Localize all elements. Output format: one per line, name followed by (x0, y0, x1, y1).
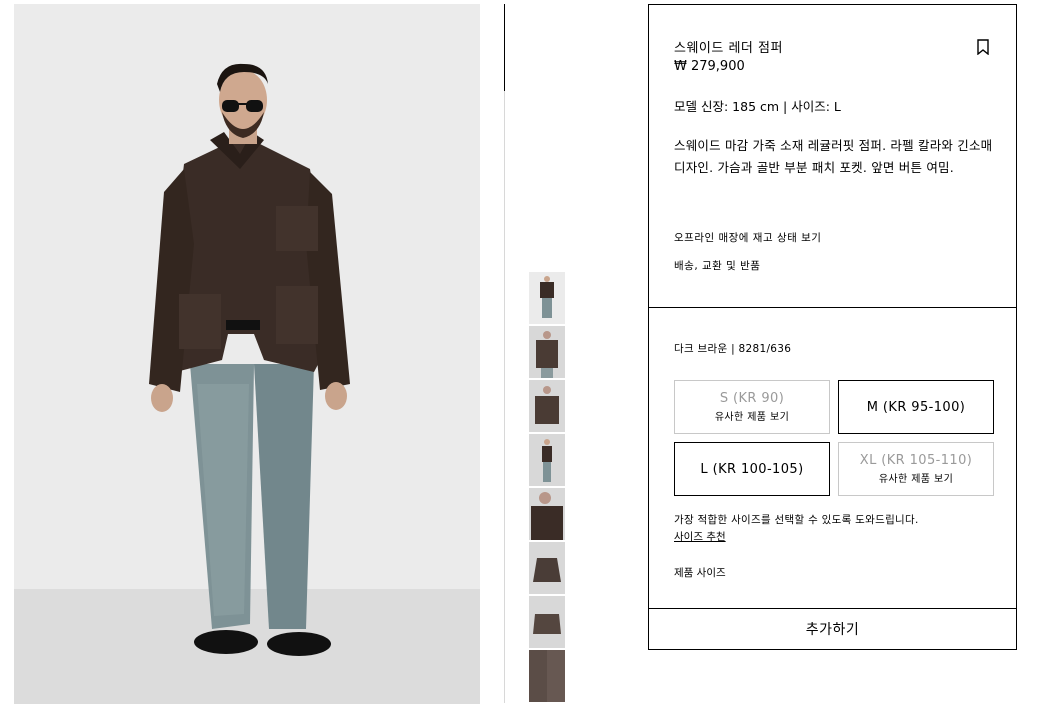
thumbnail-5[interactable] (529, 488, 565, 540)
similar-products-link[interactable]: 유사한 제품 보기 (879, 470, 953, 485)
product-sizes-link[interactable]: 제품 사이즈 (674, 565, 726, 580)
model-illustration (149, 63, 350, 656)
store-stock-link[interactable]: 오프라인 매장에 재고 상태 보기 (674, 230, 821, 245)
size-button-l[interactable]: L (KR 100-105) (674, 442, 830, 496)
bookmark-icon[interactable] (976, 39, 990, 55)
thumbnail-strip (529, 272, 565, 704)
image-scroll-indicator (504, 4, 505, 91)
size-label: M (KR 95-100) (866, 399, 966, 415)
shipping-returns-link[interactable]: 배송, 교환 및 반품 (674, 258, 760, 273)
thumbnail-7[interactable] (529, 596, 565, 648)
size-button-s[interactable]: S (KR 90) 유사한 제품 보기 (674, 380, 830, 434)
thumbnail-3[interactable] (529, 380, 565, 432)
size-selection-section: 다크 브라운 | 8281/636 S (KR 90) 유사한 제품 보기 M … (649, 307, 1016, 611)
product-description: 스웨이드 마감 가죽 소재 레귤러핏 점퍼. 라펠 칼라와 긴소매 디자인. 가… (674, 138, 993, 175)
size-grid: S (KR 90) 유사한 제품 보기 M (KR 95-100) L (KR … (674, 380, 994, 497)
thumbnail-6[interactable] (529, 542, 565, 594)
size-label: L (KR 100-105) (700, 461, 804, 477)
product-details-section: 스웨이드 레더 점퍼 ₩ 279,900 모델 신장: 185 cm | 사이즈… (649, 5, 1016, 308)
color-reference: 다크 브라운 | 8281/636 (674, 343, 792, 355)
image-scroll-track[interactable] (504, 91, 505, 703)
product-price: ₩ 279,900 (674, 59, 745, 74)
add-to-cart-button[interactable]: 추가하기 (649, 608, 1016, 649)
model-info: 모델 신장: 185 cm | 사이즈: L (674, 99, 841, 114)
similar-products-link[interactable]: 유사한 제품 보기 (715, 408, 789, 423)
size-help-text: 가장 적합한 사이즈를 선택할 수 있도록 도와드립니다. (674, 514, 919, 526)
size-button-m[interactable]: M (KR 95-100) (838, 380, 994, 434)
main-product-image[interactable] (14, 4, 480, 704)
thumbnail-4[interactable] (529, 434, 565, 486)
size-button-xl[interactable]: XL (KR 105-110) 유사한 제품 보기 (838, 442, 994, 496)
thumbnail-1[interactable] (529, 272, 565, 324)
size-label: XL (KR 105-110) (859, 453, 973, 468)
product-info-panel: 스웨이드 레더 점퍼 ₩ 279,900 모델 신장: 185 cm | 사이즈… (648, 4, 1017, 650)
size-label: S (KR 90) (719, 391, 785, 406)
size-recommend-link[interactable]: 사이즈 추천 (674, 529, 726, 544)
thumbnail-2[interactable] (529, 326, 565, 378)
thumbnail-8[interactable] (529, 650, 565, 702)
product-title: 스웨이드 레더 점퍼 (674, 41, 783, 56)
